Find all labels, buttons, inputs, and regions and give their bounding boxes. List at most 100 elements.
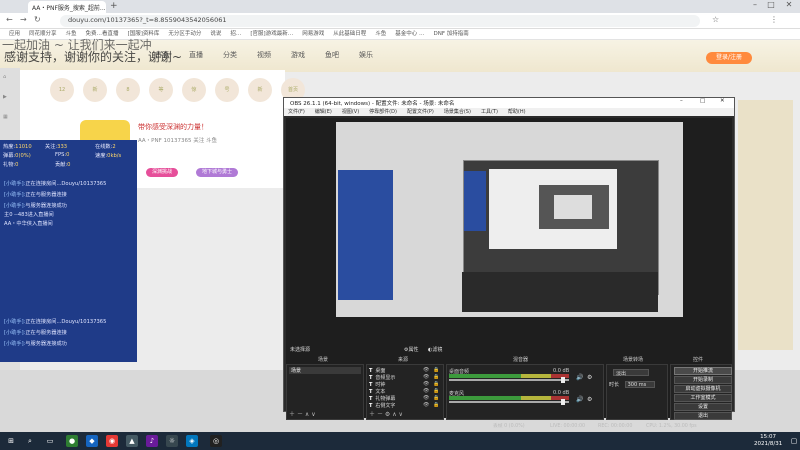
control-button[interactable]: 开始推流 bbox=[674, 367, 732, 375]
duration-input[interactable]: 300 ms bbox=[624, 381, 655, 388]
scene-down-icon[interactable]: ∨ bbox=[311, 411, 315, 418]
badge-icon[interactable]: 惊 bbox=[182, 78, 206, 102]
app-icon-5[interactable]: ◈ bbox=[186, 435, 198, 447]
volume-fader-knob[interactable] bbox=[561, 399, 565, 405]
app-icon-1[interactable]: ● bbox=[66, 435, 78, 447]
source-item[interactable]: T 音频显示 bbox=[369, 374, 395, 381]
forward-icon[interactable]: → bbox=[20, 15, 27, 24]
visibility-eye-icon[interactable]: 👁 bbox=[423, 402, 429, 408]
site-nav-item[interactable]: 娱乐 bbox=[359, 51, 373, 59]
source-item[interactable]: T 礼物弹幕 bbox=[369, 395, 395, 402]
maximize-icon[interactable]: □ bbox=[764, 0, 778, 9]
lock-icon[interactable]: 🔒 bbox=[433, 374, 439, 380]
login-button[interactable]: 登录/注册 bbox=[706, 52, 752, 64]
back-icon[interactable]: ← bbox=[6, 15, 13, 24]
badge-icon[interactable]: 新 bbox=[248, 78, 272, 102]
scene-up-icon[interactable]: ∧ bbox=[305, 411, 309, 418]
obs-menu-item[interactable]: 视图(V) bbox=[342, 109, 359, 115]
bookmark-item[interactable]: 招… bbox=[230, 29, 241, 39]
site-nav-item[interactable]: 视频 bbox=[257, 51, 271, 59]
obs-taskbar-icon[interactable]: ◎ bbox=[210, 435, 222, 447]
control-button[interactable]: 设置 bbox=[674, 403, 732, 411]
badge-icon[interactable]: 号 bbox=[215, 78, 239, 102]
obs-menu-item[interactable]: 帮助(H) bbox=[508, 109, 526, 115]
bookmark-item[interactable]: 从此基础日程 bbox=[333, 29, 366, 39]
app-icon-2[interactable]: ◆ bbox=[86, 435, 98, 447]
scene-item[interactable]: 场景 bbox=[289, 367, 361, 374]
visibility-eye-icon[interactable]: 👁 bbox=[423, 395, 429, 401]
mixer-gear-icon[interactable]: ⚙ bbox=[587, 374, 592, 381]
steam-icon[interactable]: ☼ bbox=[166, 435, 178, 447]
remove-scene-icon[interactable]: － bbox=[297, 411, 303, 418]
lock-icon[interactable]: 🔒 bbox=[433, 381, 439, 387]
badge-icon[interactable]: 新 bbox=[83, 78, 107, 102]
menu-icon[interactable]: ⋮ bbox=[770, 15, 778, 24]
site-nav-item[interactable]: 直播 bbox=[189, 51, 203, 59]
bookmark-item[interactable]: 基金中心 … bbox=[395, 29, 424, 39]
browser-tab[interactable]: AA・PNF服务_搜索_超前... bbox=[28, 1, 106, 13]
properties-button[interactable]: ⚙属性 bbox=[404, 346, 419, 354]
site-nav-item[interactable]: 鱼吧 bbox=[325, 51, 339, 59]
filters-button[interactable]: ◐滤镜 bbox=[428, 346, 442, 354]
minimize-icon[interactable]: – bbox=[748, 0, 762, 9]
obs-menu-item[interactable]: 工具(T) bbox=[481, 109, 498, 115]
obs-close-icon[interactable]: ✕ bbox=[720, 98, 725, 104]
lock-icon[interactable]: 🔒 bbox=[433, 402, 439, 408]
tag-button-1[interactable]: 深渊挑战 bbox=[146, 168, 179, 177]
volume-fader-knob[interactable] bbox=[561, 377, 565, 383]
site-nav-item[interactable]: 游戏 bbox=[291, 51, 305, 59]
bookmark-item[interactable]: 网易游戏 bbox=[302, 29, 324, 39]
speaker-icon[interactable]: 🔊 bbox=[576, 374, 583, 381]
source-down-icon[interactable]: ∨ bbox=[399, 411, 403, 418]
control-button[interactable]: 工作室模式 bbox=[674, 394, 732, 402]
mixer-gear-icon[interactable]: ⚙ bbox=[587, 396, 592, 403]
chrome-icon[interactable]: ◉ bbox=[106, 435, 118, 447]
close-icon[interactable]: ✕ bbox=[782, 0, 796, 9]
obs-menu-item[interactable]: 文件(F) bbox=[288, 109, 305, 115]
star-icon[interactable]: ☆ bbox=[712, 15, 719, 24]
new-tab-button[interactable]: + bbox=[110, 1, 118, 11]
volume-fader[interactable] bbox=[449, 379, 569, 381]
source-item[interactable]: T 桌面 bbox=[369, 367, 385, 374]
visibility-eye-icon[interactable]: 👁 bbox=[423, 381, 429, 387]
tag-button-2[interactable]: 地下城与勇士 bbox=[196, 168, 239, 177]
rail-home-icon[interactable]: ⌂ bbox=[3, 74, 6, 80]
app-icon-3[interactable]: ▲ bbox=[126, 435, 138, 447]
remove-source-icon[interactable]: － bbox=[377, 411, 383, 418]
obs-menu-item[interactable]: 编辑(E) bbox=[315, 109, 332, 115]
obs-menu-item[interactable]: 配置文件(P) bbox=[407, 109, 434, 115]
source-item[interactable]: T 文本 bbox=[369, 388, 385, 395]
badge-icon[interactable]: 等 bbox=[149, 78, 173, 102]
obs-minimize-icon[interactable]: – bbox=[680, 98, 683, 104]
badge-icon[interactable]: 12 bbox=[50, 78, 74, 102]
reload-icon[interactable]: ↻ bbox=[34, 15, 41, 24]
visibility-eye-icon[interactable]: 👁 bbox=[423, 388, 429, 394]
lock-icon[interactable]: 🔒 bbox=[433, 388, 439, 394]
app-icon-4[interactable]: ♪ bbox=[146, 435, 158, 447]
obs-menu-item[interactable]: 停靠部件(D) bbox=[369, 109, 397, 115]
control-button[interactable]: 启动虚拟摄像机 bbox=[674, 385, 732, 393]
add-scene-icon[interactable]: ＋ bbox=[289, 411, 295, 418]
lock-icon[interactable]: 🔒 bbox=[433, 395, 439, 401]
control-button[interactable]: 开始录制 bbox=[674, 376, 732, 384]
task-view-icon[interactable]: ▭ bbox=[44, 435, 56, 447]
source-item[interactable]: T 右侧文字 bbox=[369, 402, 395, 409]
speaker-icon[interactable]: 🔊 bbox=[576, 396, 583, 403]
obs-menu-item[interactable]: 场景集合(S) bbox=[444, 109, 471, 115]
source-up-icon[interactable]: ∧ bbox=[392, 411, 396, 418]
site-nav-item[interactable]: 分类 bbox=[223, 51, 237, 59]
visibility-eye-icon[interactable]: 👁 bbox=[423, 374, 429, 380]
add-source-icon[interactable]: ＋ bbox=[369, 411, 375, 418]
bookmark-item[interactable]: 斗鱼 bbox=[375, 29, 386, 39]
bookmark-item[interactable]: [官服]游戏最新… bbox=[250, 29, 293, 39]
url-input[interactable]: douyu.com/10137365?_t=8.8559043542056061 bbox=[60, 15, 700, 27]
badge-icon[interactable]: 8 bbox=[116, 78, 140, 102]
search-icon[interactable]: ⌕ bbox=[24, 435, 36, 447]
bookmark-item[interactable]: 无分区手动分 bbox=[168, 29, 201, 39]
control-button[interactable]: 退出 bbox=[674, 412, 732, 420]
visibility-eye-icon[interactable]: 👁 bbox=[423, 367, 429, 373]
notification-icon[interactable]: ▢ bbox=[788, 435, 800, 447]
preview-canvas[interactable] bbox=[336, 122, 683, 317]
transition-select[interactable]: 淡出 bbox=[613, 369, 649, 377]
windows-start-icon[interactable]: ⊞ bbox=[5, 435, 17, 447]
